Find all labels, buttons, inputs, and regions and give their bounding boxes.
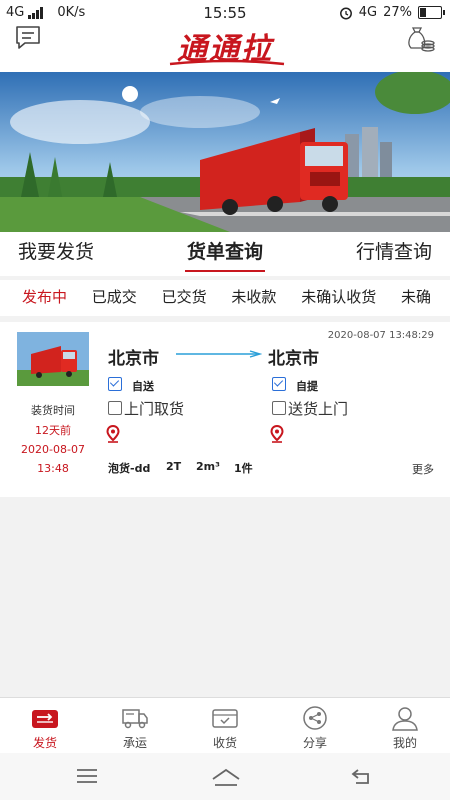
nav-share[interactable]: 分享: [270, 698, 360, 754]
route-arrow-icon: [176, 350, 262, 358]
money-bag-icon[interactable]: [404, 24, 436, 54]
home-icon[interactable]: [211, 767, 241, 787]
tab-market-query[interactable]: 行情查询: [338, 232, 450, 276]
order-timestamp: 2020-08-07 13:48:29: [327, 330, 434, 341]
truck-thumbnail-image: [17, 332, 89, 386]
order-thumbnail: [17, 332, 89, 386]
system-nav-bar: [0, 753, 450, 800]
cargo-type: 泡货-dd: [108, 462, 151, 475]
self-send-checkbox[interactable]: [108, 377, 122, 391]
nav-receive-label: 收货: [212, 736, 237, 750]
delivery-truck-icon: [122, 709, 148, 729]
subtab-unpaid[interactable]: 未收款: [221, 280, 286, 314]
tab-order-query[interactable]: 货单查询: [169, 232, 281, 276]
subtab-publishing[interactable]: 发布中: [0, 280, 77, 314]
truck-banner-image: [0, 72, 450, 232]
inbox-check-icon: [212, 709, 238, 728]
logo-swoosh-icon: [169, 59, 285, 66]
pickup-checkbox[interactable]: [108, 401, 122, 415]
door-delivery-checkbox[interactable]: [272, 401, 286, 415]
more-link[interactable]: 更多: [412, 461, 434, 477]
nav-profile[interactable]: 我的: [360, 698, 450, 754]
share-icon: [303, 706, 327, 730]
subtab-unconfirmed-more[interactable]: 未确: [391, 280, 441, 314]
main-tabs: 我要发货 货单查询 行情查询: [0, 232, 450, 276]
truck-card-icon: [32, 710, 58, 728]
order-card[interactable]: 装货时间 12天前 2020-08-07 13:48 2020-08-07 13…: [0, 322, 450, 497]
subtab-unconfirmed-receipt[interactable]: 未确认收货: [291, 280, 386, 314]
nav-ship-label: 发货: [32, 736, 57, 750]
destination-city: 北京市: [268, 349, 319, 369]
cargo-count: 1件: [234, 462, 253, 475]
nav-profile-label: 我的: [392, 736, 417, 750]
destination-location-icon[interactable]: [270, 425, 284, 443]
status-filter-tabs: 发布中 已成交 已交货 未收款 未确认收货 未确: [0, 280, 450, 316]
user-icon: [392, 707, 418, 731]
load-time: 13:48: [37, 462, 69, 475]
self-pickup-label: 自提: [296, 380, 318, 393]
origin-city: 北京市: [108, 349, 159, 369]
nav-ship[interactable]: 发货: [0, 698, 90, 754]
back-icon[interactable]: [350, 767, 374, 785]
bottom-navigation: 发货 承运 收货 分享 我的: [0, 697, 450, 754]
app-header: 通通拉: [0, 24, 450, 72]
battery-percent: 27%: [383, 5, 412, 20]
load-time-label: 装货时间: [31, 404, 75, 417]
nav-receive[interactable]: 收货: [180, 698, 270, 754]
load-date: 2020-08-07: [21, 443, 85, 456]
subtab-dealt[interactable]: 已成交: [82, 280, 147, 314]
origin-location-icon[interactable]: [106, 425, 120, 443]
door-delivery-label: 送货上门: [288, 400, 349, 418]
cargo-volume: 2m³: [196, 460, 220, 473]
network-type-right: 4G: [358, 5, 378, 20]
battery-icon: [418, 6, 445, 19]
menu-icon[interactable]: [76, 767, 98, 785]
subtab-delivered[interactable]: 已交货: [152, 280, 217, 314]
status-bar: 4G 0K/s 15:55 4G 27%: [0, 0, 450, 24]
promo-banner[interactable]: [0, 72, 450, 232]
pickup-label: 上门取货: [124, 400, 185, 418]
nav-carrier[interactable]: 承运: [90, 698, 180, 754]
status-right: 4G 27%: [339, 5, 445, 20]
cargo-weight: 2T: [166, 460, 182, 473]
nav-share-label: 分享: [302, 736, 327, 750]
nav-carrier-label: 承运: [122, 736, 147, 750]
self-send-label: 自送: [132, 380, 154, 393]
load-relative-time: 12天前: [35, 424, 71, 437]
self-pickup-checkbox[interactable]: [272, 377, 286, 391]
alarm-icon: [339, 7, 352, 19]
tab-ship-goods[interactable]: 我要发货: [0, 232, 112, 276]
